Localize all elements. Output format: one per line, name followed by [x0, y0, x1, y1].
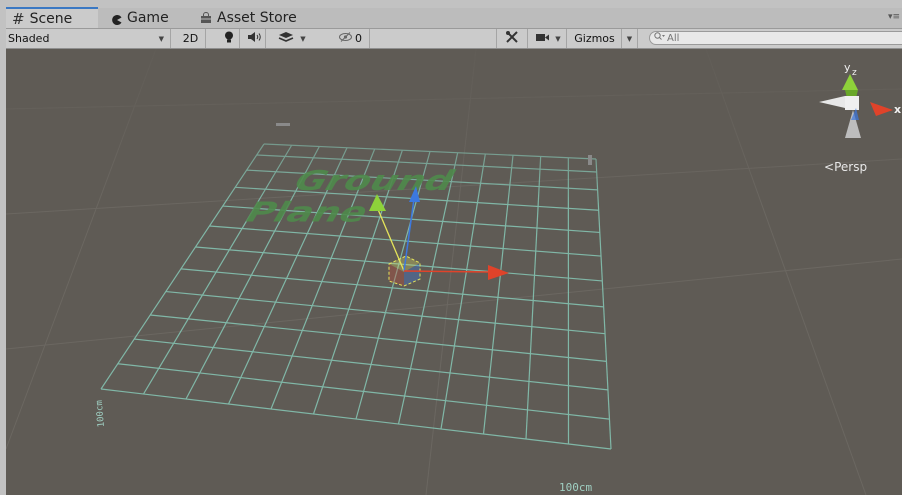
camera-settings-dropdown[interactable]: ▼ — [531, 29, 567, 48]
search-input[interactable] — [667, 32, 867, 44]
shopping-bag-icon — [200, 12, 212, 24]
shading-mode-dropdown[interactable]: Shaded ▼ — [6, 29, 171, 48]
tab-asset-store-label: Asset Store — [217, 10, 297, 26]
orientation-x-cone[interactable] — [870, 102, 893, 116]
grid-marker — [276, 123, 290, 126]
tab-bar: # Scene Game Asset Store ▾≡ — [6, 7, 902, 29]
orientation-z-label: z — [852, 68, 857, 78]
camera-icon — [536, 32, 550, 45]
scene-canvas: Ground Plane 100cm 100cm — [6, 49, 902, 495]
speaker-icon — [247, 32, 262, 45]
orientation-neg-y-cone[interactable] — [845, 110, 861, 138]
gizmos-label: Gizmos — [574, 32, 615, 45]
tab-asset-store[interactable]: Asset Store — [194, 8, 320, 28]
orientation-neg-x-cone[interactable] — [819, 96, 845, 108]
effects-toggle-button[interactable]: ▼ — [272, 29, 312, 48]
toggle-2d-button[interactable]: 2D — [176, 29, 206, 48]
tools-toggle-button[interactable] — [496, 29, 528, 48]
effects-dropdown-icon[interactable]: ▼ — [300, 35, 305, 43]
grid-label-bottom: 100cm — [559, 481, 592, 494]
orientation-center-cube[interactable] — [845, 96, 859, 110]
shading-mode-label: Shaded — [8, 32, 50, 45]
hash-icon: # — [12, 9, 25, 28]
lighting-toggle-button[interactable] — [218, 29, 240, 48]
tab-scene-label: Scene — [29, 10, 73, 27]
tab-scene[interactable]: # Scene — [6, 7, 98, 28]
tab-game[interactable]: Game — [106, 8, 192, 28]
ground-plane-line-2: Plane — [238, 197, 375, 228]
orientation-x-label: x — [894, 103, 901, 116]
orientation-gizmo[interactable]: y z x — [801, 56, 902, 146]
gizmos-dropdown-icon: ▼ — [626, 34, 633, 43]
search-icon — [654, 32, 665, 44]
hidden-objects-toggle[interactable]: 0 — [332, 29, 370, 48]
projection-toggle[interactable]: <Persp — [824, 160, 867, 174]
ground-plane-line-1: Ground — [286, 166, 461, 197]
scene-search-field[interactable] — [649, 31, 902, 45]
tools-icon — [505, 30, 519, 47]
tab-game-label: Game — [127, 10, 169, 26]
gizmos-dropdown[interactable]: ▼ — [622, 29, 638, 48]
tab-menu-icon[interactable]: ▾≡ — [888, 12, 900, 22]
unity-scene-window: # Scene Game Asset Store ▾≡ Shaded ▼ 2D — [0, 0, 902, 495]
grid-marker — [588, 155, 592, 165]
perspective-icon: < — [824, 160, 835, 174]
effects-icon — [278, 31, 294, 46]
scene-viewport[interactable]: Ground Plane 100cm 100cm y z x <Persp — [6, 49, 902, 495]
gizmo-x-axis-line — [403, 270, 489, 273]
camera-dropdown-icon: ▼ — [555, 34, 561, 43]
eye-slash-icon — [339, 32, 352, 45]
projection-label: Persp — [834, 160, 868, 174]
hidden-count: 0 — [355, 32, 362, 45]
lightbulb-icon — [224, 31, 234, 47]
audio-toggle-button[interactable] — [244, 29, 266, 48]
toggle-2d-label: 2D — [182, 32, 199, 45]
chevron-down-icon: ▼ — [158, 34, 164, 43]
pacman-icon — [112, 13, 122, 25]
scene-toolbar: Shaded ▼ 2D ▼ 0 ▼ Gizmos ▼ All — [6, 29, 902, 49]
orientation-y-label: y — [844, 61, 851, 74]
gizmos-button[interactable]: Gizmos — [568, 29, 622, 48]
